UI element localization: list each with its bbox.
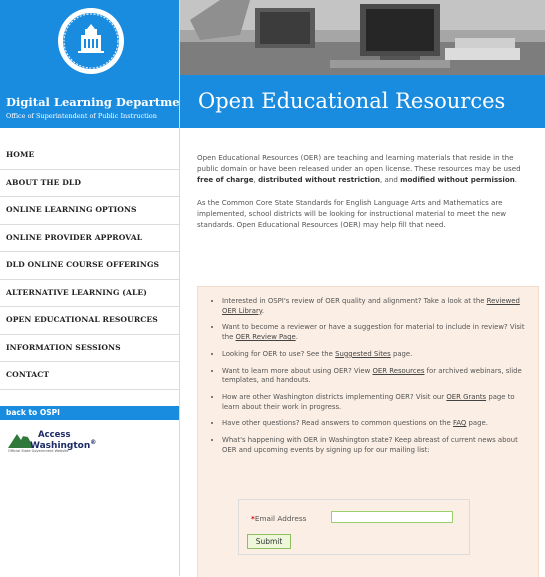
nav-item-online-learning-options[interactable]: ONLINE LEARNING OPTIONS xyxy=(0,197,179,225)
oer-links-list: Interested in OSPI's review of OER quali… xyxy=(198,287,538,455)
nav-item-course-offerings[interactable]: DLD ONLINE COURSE OFFERINGS xyxy=(0,252,179,280)
list-item: Want to become a reviewer or have a sugg… xyxy=(222,323,528,342)
intro-paragraph-1: Open Educational Resources (OER) are tea… xyxy=(197,153,521,184)
oer-resources-link[interactable]: OER Resources xyxy=(372,367,424,375)
list-item: How are other Washington districts imple… xyxy=(222,393,528,412)
oer-links-panel: Interested in OSPI's review of OER quali… xyxy=(197,286,539,577)
email-field[interactable] xyxy=(331,511,453,523)
nav-item-open-educational-resources[interactable]: OPEN EDUCATIONAL RESOURCES xyxy=(0,307,179,335)
access-washington-tagline: Official State Government Website xyxy=(8,448,69,453)
oer-grants-link[interactable]: OER Grants xyxy=(446,393,486,401)
suggested-sites-link[interactable]: Suggested Sites xyxy=(335,350,391,358)
nav-item-online-provider-approval[interactable]: ONLINE PROVIDER APPROVAL xyxy=(0,225,179,252)
list-item: Want to learn more about using OER? View… xyxy=(222,367,528,386)
title-bar: Open Educational Resources xyxy=(180,75,545,128)
list-item: Interested in OSPI's review of OER quali… xyxy=(222,297,528,316)
list-item: Looking for OER to use? See the Suggeste… xyxy=(222,350,528,360)
nav-item-contact[interactable]: CONTACT xyxy=(0,362,179,390)
brand-header: Digital Learning Department Office of Su… xyxy=(0,0,193,128)
mailing-list-form: *Email Address Submit xyxy=(238,499,470,555)
nav-item-information-sessions[interactable]: INFORMATION SESSIONS xyxy=(0,335,179,362)
department-title: Digital Learning Department xyxy=(6,95,194,109)
nav-item-about[interactable]: ABOUT THE DLD xyxy=(0,170,179,197)
ospi-seal-logo[interactable] xyxy=(58,8,124,74)
access-washington-logo[interactable]: Access Washington® Official State Govern… xyxy=(8,430,179,454)
sidebar: Digital Learning Department Office of Su… xyxy=(0,0,193,576)
header-banner-photo xyxy=(180,0,545,75)
intro-paragraph-2: As the Common Core State Standards for E… xyxy=(197,198,507,229)
sidebar-nav: HOME ABOUT THE DLD ONLINE LEARNING OPTIO… xyxy=(0,142,179,390)
capitol-building-icon xyxy=(63,13,119,69)
intro-content: Open Educational Resources (OER) are tea… xyxy=(197,152,535,242)
nav-item-alternative-learning[interactable]: ALTERNATIVE LEARNING (ALE) xyxy=(0,280,179,307)
list-item: Have other questions? Read answers to co… xyxy=(222,419,528,429)
faq-link[interactable]: FAQ xyxy=(453,419,466,427)
oer-review-page-link[interactable]: OER Review Page xyxy=(236,333,296,341)
office-subtitle: Office of Superintendent of Public Instr… xyxy=(6,112,157,120)
email-label: *Email Address xyxy=(251,514,307,523)
desk-computers-photo xyxy=(180,0,545,75)
nav-item-home[interactable]: HOME xyxy=(0,142,179,170)
back-to-ospi-link[interactable]: back to OSPI xyxy=(0,405,179,420)
submit-button[interactable]: Submit xyxy=(247,534,291,549)
list-item: What's happening with OER in Washington … xyxy=(222,436,528,455)
page-title: Open Educational Resources xyxy=(198,89,506,113)
